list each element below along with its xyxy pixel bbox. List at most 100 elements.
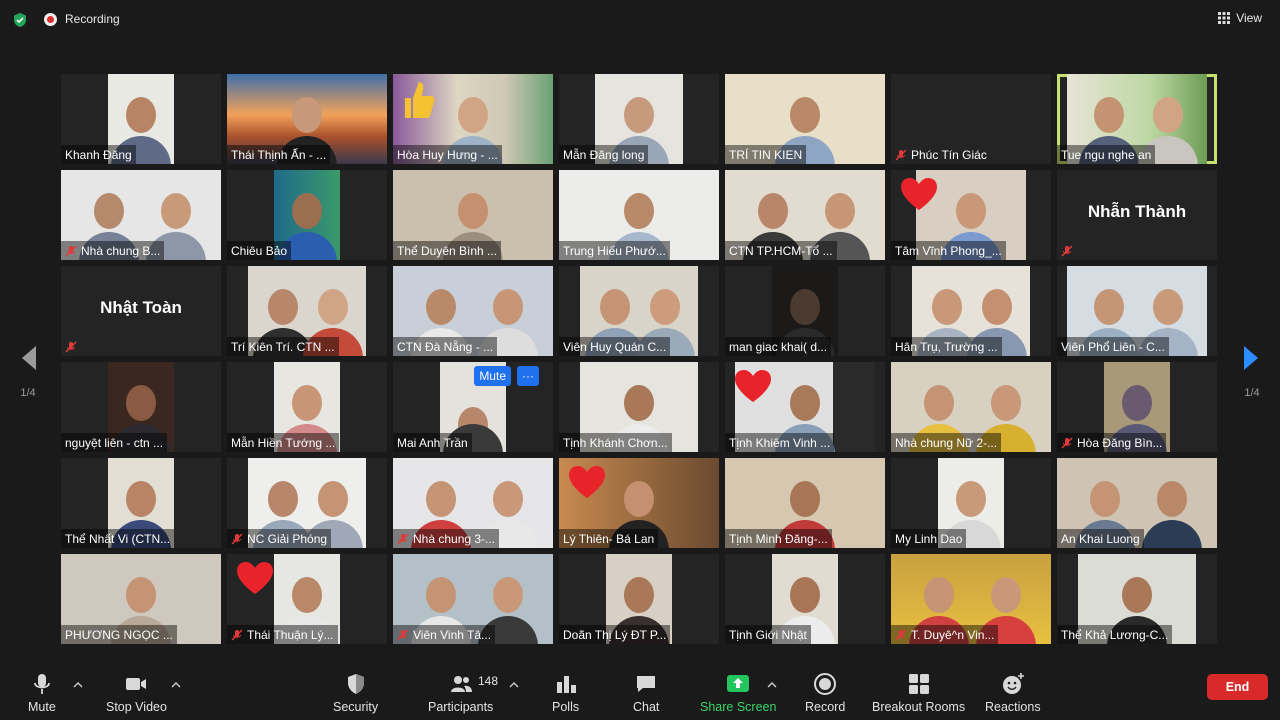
participant-tile[interactable]: Thái Thuận Lý... [227,554,387,644]
participant-tile[interactable]: Nhật Toàn [61,266,221,356]
participant-more-button[interactable]: ··· [517,366,539,386]
participant-tile[interactable]: NC Giải Phóng [227,458,387,548]
participant-tile[interactable]: Mute ··· Mai Anh Trần [393,362,553,452]
chevron-up-icon[interactable] [509,680,519,690]
participant-tile[interactable]: nguyệt liên - ctn ... [61,362,221,452]
participant-tile[interactable]: My Linh Dao [891,458,1051,548]
reactions-label: Reactions [985,700,1041,714]
stop-video-label: Stop Video [106,700,167,714]
security-button[interactable]: Security [333,672,378,714]
participant-name: Mai Anh Trần [393,433,472,452]
polls-label: Polls [552,700,580,714]
participant-tile[interactable]: Thái Thịnh Ấn - ... [227,74,387,164]
participant-name: CTN TP.HCM-Tổ ... [725,241,837,260]
participant-name: Hòa Huy Hưng - ... [393,145,502,164]
participant-tile[interactable]: Viên Phổ Liên - C... [1057,266,1217,356]
participant-tile[interactable]: Viên Huy Quán C... [559,266,719,356]
participant-tile[interactable]: Lý Thiên- Bá Lan [559,458,719,548]
arrow-left-icon[interactable] [18,344,38,372]
participant-tile[interactable]: Khanh Đăng [61,74,221,164]
mic-muted-icon [895,149,907,160]
participant-name: Phúc Tín Giác [891,145,991,164]
participant-tile[interactable]: Nhà chung B... [61,170,221,260]
breakout-rooms-label: Breakout Rooms [872,700,966,714]
encryption-shield-icon[interactable] [12,12,28,28]
top-bar: Recording View [0,0,1280,40]
share-screen-button[interactable]: Share Screen [700,672,776,714]
participant-name: TRÍ TIN KIEN [725,145,807,164]
mic-muted-icon [397,629,409,640]
participant-tile[interactable]: Tịnh Giới Nhật [725,554,885,644]
chevron-up-icon[interactable] [73,680,83,690]
participant-tile[interactable]: Nhà chung Nữ 2-... [891,362,1051,452]
participant-tile[interactable]: Mẫn Đăng long [559,74,719,164]
participant-tile[interactable]: Tịnh Khánh Chơn... [559,362,719,452]
chat-bubble-icon [637,676,656,692]
video-camera-icon [126,678,147,690]
participant-tile[interactable]: Nhà chung 3-... [393,458,553,548]
page-indicator-right: 1/4 [1244,387,1260,399]
participant-tile[interactable]: TRÍ TIN KIEN [725,74,885,164]
participant-name: Thể Duyên Bình ... [393,241,502,260]
participant-name: Trung Hiếu Phướ... [559,241,670,260]
participant-tile[interactable]: Mẫn Hiền Tướng ... [227,362,387,452]
participant-name: Chiêu Bảo [227,241,292,260]
mute-button[interactable]: Mute [28,672,56,714]
participant-tile[interactable]: Hòa Huy Hưng - ... [393,74,553,164]
participant-tile[interactable]: Nhẫn Thành [1057,170,1217,260]
security-label: Security [333,700,379,714]
participant-tile[interactable]: An Khai Luong [1057,458,1217,548]
participant-tile[interactable]: Viên Vinh Tâ... [393,554,553,644]
chevron-up-icon[interactable] [767,680,777,690]
end-meeting-button[interactable]: End [1207,674,1268,700]
participant-name: Thái Thịnh Ấn - ... [227,145,331,164]
participant-tile[interactable]: Hòa Đăng Bìn... [1057,362,1217,452]
participant-tile[interactable]: Trí Kiên Trí. CTN ... [227,266,387,356]
participant-tile[interactable]: Trung Hiếu Phướ... [559,170,719,260]
participant-name: Thể Nhất Vi (CTN... [61,529,175,548]
participant-tile[interactable]: Tâm Vĩnh Phong_... [891,170,1051,260]
record-button[interactable]: Record [805,672,845,714]
recording-indicator[interactable]: Recording [44,12,120,26]
chat-label: Chat [633,700,660,714]
stop-video-button[interactable]: Stop Video [106,672,167,714]
mute-label: Mute [28,700,56,714]
participant-tile[interactable]: PHƯƠNG NGỌC ... [61,554,221,644]
participant-tile[interactable]: Doãn Thị Lý ĐT P... [559,554,719,644]
participant-tile[interactable]: Tịnh Minh Đăng-... [725,458,885,548]
shield-icon [347,674,364,694]
participant-tile[interactable]: T. Duyê^n Vin... [891,554,1051,644]
participant-name: Nhà chung 3-... [393,529,500,548]
breakout-rooms-button[interactable]: Breakout Rooms [872,672,965,714]
participant-tile[interactable]: CTN TP.HCM-Tổ ... [725,170,885,260]
participant-tile[interactable]: Thể Duyên Bình ... [393,170,553,260]
participant-name: Viên Huy Quán C... [559,337,671,356]
participant-name: Khanh Đăng [61,145,136,164]
chevron-up-icon[interactable] [171,680,181,690]
participant-tile[interactable]: man giac khai( d... [725,266,885,356]
share-screen-label: Share Screen [700,700,777,714]
reactions-button[interactable]: Reactions [985,672,1041,714]
participant-tile[interactable]: Thể Nhất Vi (CTN... [61,458,221,548]
participant-tile[interactable]: Thể Khả Lương-C... [1057,554,1217,644]
participant-tile[interactable]: Tịnh Khiêm Vinh ... [725,362,885,452]
participant-name: man giac khai( d... [725,337,832,356]
participant-tile[interactable]: Hân Trụ, Trường ... [891,266,1051,356]
participant-mute-button[interactable]: Mute [474,366,511,386]
mic-muted-icon [1061,437,1073,448]
chat-button[interactable]: Chat [633,672,659,714]
participant-tile[interactable]: CTN Đà Nẵng - ... [393,266,553,356]
grid-view-icon [1218,12,1231,24]
participant-name: An Khai Luong [1057,529,1144,548]
mic-muted-icon [65,341,77,352]
arrow-right-icon[interactable] [1242,344,1262,372]
view-button[interactable]: View [1214,8,1266,28]
next-page-nav[interactable]: 1/4 [1232,344,1272,399]
participant-tile[interactable]: Phúc Tín Giác [891,74,1051,164]
participant-name: Viên Phổ Liên - C... [1057,337,1169,356]
previous-page-nav[interactable]: 1/4 [8,344,48,399]
polls-button[interactable]: Polls [552,672,579,714]
participant-tile-active-speaker[interactable]: Tue ngu nghe an [1057,74,1217,164]
participant-tile[interactable]: Chiêu Bảo [227,170,387,260]
page-indicator-left: 1/4 [20,387,36,399]
